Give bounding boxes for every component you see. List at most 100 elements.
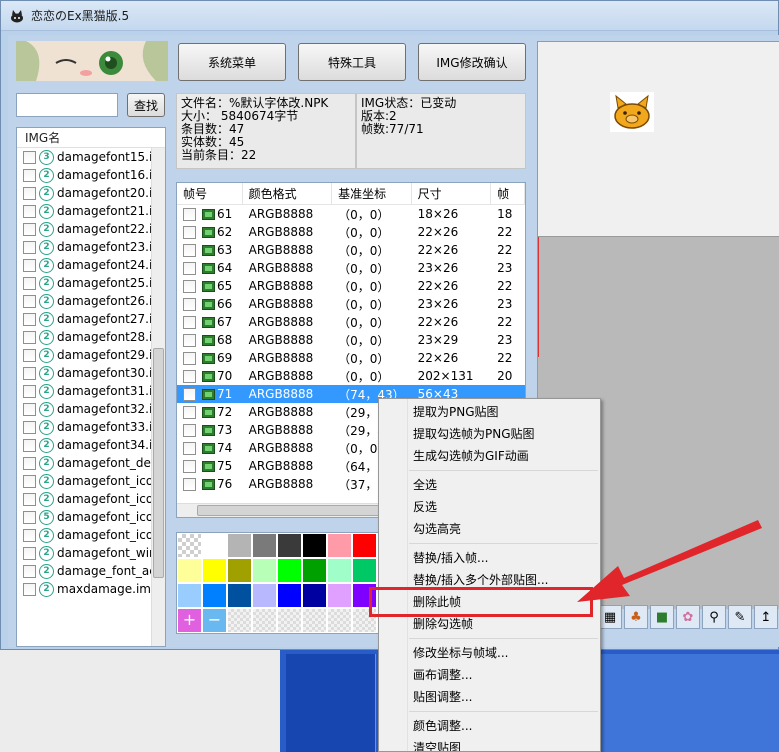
img-checkbox[interactable]: [23, 330, 36, 344]
palette-swatch[interactable]: [252, 558, 277, 583]
frame-film-icon[interactable]: ▦: [598, 605, 622, 629]
palette-swatch[interactable]: [227, 533, 252, 558]
title-bar[interactable]: 恋恋のEx黑猫版.5: [1, 1, 778, 31]
palette-swatch[interactable]: [227, 608, 252, 633]
search-button[interactable]: 查找: [127, 93, 165, 117]
palette-swatch[interactable]: [327, 608, 352, 633]
palette-swatch[interactable]: [277, 558, 302, 583]
search-input[interactable]: [16, 93, 118, 117]
img-checkbox[interactable]: [23, 582, 36, 596]
img-list-item[interactable]: 2 damagefont31.im: [17, 382, 165, 400]
frame-checkbox[interactable]: [183, 207, 196, 221]
frame-checkbox[interactable]: [183, 477, 196, 491]
img-checkbox[interactable]: [23, 294, 36, 308]
cat-face-icon[interactable]: ♣: [624, 605, 648, 629]
img-list-item[interactable]: 2 damagefont27.im: [17, 310, 165, 328]
column-color-format[interactable]: 颜色格式: [243, 183, 333, 204]
img-checkbox[interactable]: [23, 222, 36, 236]
img-list-item[interactable]: 2 damagefont28.im: [17, 328, 165, 346]
img-list-item[interactable]: 2 damagefont30.im: [17, 364, 165, 382]
palette-swatch[interactable]: [302, 608, 327, 633]
img-list-item[interactable]: 2 damagefont_icor: [17, 472, 165, 490]
frame-row[interactable]: 61 ARGB8888 （0，0） 18×26 18: [177, 205, 525, 223]
img-list-item[interactable]: 2 damagefont26.im: [17, 292, 165, 310]
column-base-coord[interactable]: 基准坐标: [332, 183, 412, 204]
img-list-item[interactable]: 3 damagefont15.im: [17, 148, 165, 166]
palette-swatch[interactable]: [302, 533, 327, 558]
frame-checkbox[interactable]: [183, 225, 196, 239]
palette-remove-button[interactable]: −: [202, 608, 227, 633]
img-list-scrollbar[interactable]: [151, 148, 165, 646]
img-list-item[interactable]: 2 damagefont29.im: [17, 346, 165, 364]
palette-swatch[interactable]: [327, 533, 352, 558]
palette-swatch[interactable]: [302, 583, 327, 608]
palette-swatch[interactable]: [202, 558, 227, 583]
palette-add-button[interactable]: +: [177, 608, 202, 633]
palette-swatch[interactable]: [202, 533, 227, 558]
palette-swatch[interactable]: [327, 558, 352, 583]
img-list-item[interactable]: 2 damagefont_icor: [17, 526, 165, 544]
frame-row[interactable]: 62 ARGB8888 （0，0） 22×26 22: [177, 223, 525, 241]
frame-row[interactable]: 63 ARGB8888 （0，0） 22×26 22: [177, 241, 525, 259]
frame-row[interactable]: 66 ARGB8888 （0，0） 23×26 23: [177, 295, 525, 313]
palette-swatch[interactable]: [352, 558, 377, 583]
menu-item[interactable]: 全选: [379, 474, 600, 496]
more-tool-icon[interactable]: ↥: [754, 605, 778, 629]
img-checkbox[interactable]: [23, 258, 36, 272]
frame-checkbox[interactable]: [183, 297, 196, 311]
img-list-item[interactable]: 2 damagefont33.im: [17, 418, 165, 436]
draw-tool-icon[interactable]: ✎: [728, 605, 752, 629]
preview-canvas[interactable]: [537, 41, 779, 237]
frame-row[interactable]: 65 ARGB8888 （0，0） 22×26 22: [177, 277, 525, 295]
img-checkbox[interactable]: [23, 366, 36, 380]
img-checkbox[interactable]: [23, 312, 36, 326]
img-checkbox[interactable]: [23, 456, 36, 470]
img-list-header[interactable]: IMG名: [17, 128, 165, 148]
frame-row[interactable]: 68 ARGB8888 （0，0） 23×29 23: [177, 331, 525, 349]
img-list-item[interactable]: 2 maxdamage.img: [17, 580, 165, 598]
img-checkbox[interactable]: [23, 240, 36, 254]
img-checkbox[interactable]: [23, 564, 36, 578]
column-frame[interactable]: 帧: [491, 183, 525, 204]
palette-swatch[interactable]: [227, 558, 252, 583]
img-checkbox[interactable]: [23, 168, 36, 182]
img-confirm-button[interactable]: IMG修改确认: [418, 43, 526, 81]
palette-swatch[interactable]: [177, 533, 202, 558]
img-checkbox[interactable]: [23, 528, 36, 542]
img-checkbox[interactable]: [23, 492, 36, 506]
palette-swatch[interactable]: [202, 583, 227, 608]
menu-item[interactable]: 画布调整...: [379, 664, 600, 686]
frame-checkbox[interactable]: [183, 315, 196, 329]
frame-row[interactable]: 67 ARGB8888 （0，0） 22×26 22: [177, 313, 525, 331]
palette-swatch[interactable]: [277, 608, 302, 633]
frame-checkbox[interactable]: [183, 369, 196, 383]
img-list-item[interactable]: 2 damagefont34.im: [17, 436, 165, 454]
img-checkbox[interactable]: [23, 402, 36, 416]
frame-checkbox[interactable]: [183, 459, 196, 473]
menu-item[interactable]: 颜色调整...: [379, 715, 600, 737]
system-menu-button[interactable]: 系统菜单: [178, 43, 286, 81]
palette-swatch[interactable]: [277, 533, 302, 558]
palette-swatch[interactable]: [177, 558, 202, 583]
img-list-item[interactable]: 2 damagefont32.im: [17, 400, 165, 418]
scrollbar-thumb[interactable]: [153, 348, 164, 578]
palette-swatch[interactable]: [277, 583, 302, 608]
palette-swatch[interactable]: [252, 608, 277, 633]
film-green-icon[interactable]: ■: [650, 605, 674, 629]
img-checkbox[interactable]: [23, 474, 36, 488]
column-size[interactable]: 尺寸: [412, 183, 492, 204]
frame-checkbox[interactable]: [183, 423, 196, 437]
palette-swatch[interactable]: [327, 583, 352, 608]
img-checkbox[interactable]: [23, 546, 36, 560]
frame-checkbox[interactable]: [183, 261, 196, 275]
palette-swatch[interactable]: [302, 558, 327, 583]
img-list-item[interactable]: 2 damage_font_ac: [17, 562, 165, 580]
img-list-item[interactable]: 2 damagefont16.im: [17, 166, 165, 184]
frame-checkbox[interactable]: [183, 387, 196, 401]
img-list-item[interactable]: 2 damagefont_def: [17, 454, 165, 472]
palette-swatch[interactable]: [227, 583, 252, 608]
menu-item[interactable]: 替换/插入帧...: [379, 547, 600, 569]
menu-item[interactable]: 生成勾选帧为GIF动画: [379, 445, 600, 467]
img-checkbox[interactable]: [23, 510, 36, 524]
menu-item[interactable]: 提取勾选帧为PNG贴图: [379, 423, 600, 445]
